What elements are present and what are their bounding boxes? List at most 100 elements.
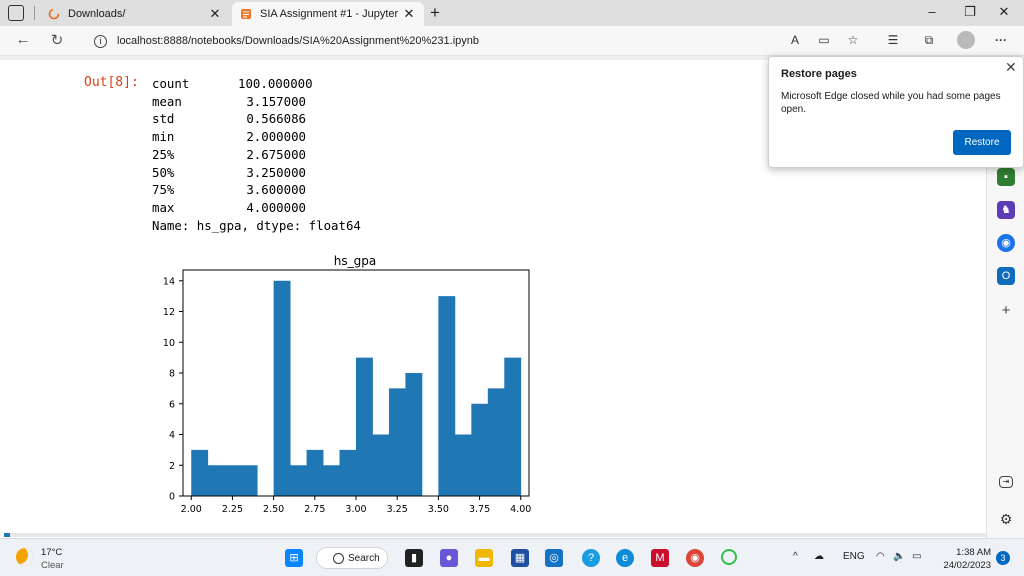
- y-tick-label: 2: [169, 461, 175, 472]
- tab-actions-icon[interactable]: [8, 5, 24, 21]
- favorite-icon[interactable]: ☆: [844, 33, 862, 47]
- histogram-bar: [207, 465, 225, 496]
- stat-key: max: [152, 199, 175, 215]
- x-tick-label: 2.50: [263, 504, 284, 515]
- stat-row: 50% 3.250000: [152, 164, 361, 182]
- weather-condition[interactable]: Clear: [41, 560, 64, 571]
- mcafee-icon[interactable]: M: [651, 549, 669, 567]
- y-tick-label: 10: [163, 338, 175, 349]
- y-tick-label: 8: [169, 369, 175, 380]
- histogram-bar: [471, 403, 489, 496]
- histogram-bar: [487, 388, 505, 496]
- language-indicator[interactable]: ENG: [843, 551, 865, 562]
- photos-icon[interactable]: ◎: [545, 549, 563, 567]
- chrome-icon[interactable]: ◉: [686, 549, 704, 567]
- favorites-list-icon[interactable]: ☰: [884, 33, 902, 47]
- read-aloud-label: A: [790, 33, 799, 47]
- volume-icon[interactable]: 🔈: [893, 551, 905, 562]
- stat-value: 2.000000: [246, 129, 306, 145]
- stat-row: count 100.000000: [152, 75, 361, 93]
- outlook-icon[interactable]: O: [997, 267, 1015, 285]
- histogram-bar: [405, 373, 423, 496]
- browser-title-bar: Downloads/ ✕ SIA Assignment #1 - Jupyter…: [0, 0, 1024, 26]
- scrollbar-thumb[interactable]: [4, 533, 10, 537]
- stat-row: max 4.000000: [152, 199, 361, 217]
- edge-icon[interactable]: e: [616, 549, 634, 567]
- histogram-bar: [306, 449, 324, 496]
- info-icon[interactable]: i: [94, 34, 107, 48]
- clock-date[interactable]: 24/02/2023: [941, 560, 991, 571]
- series-footer: Name: hs_gpa, dtype: float64: [152, 217, 361, 233]
- task-view-icon[interactable]: ▮: [405, 549, 423, 567]
- read-aloud-icon[interactable]: A: [786, 33, 804, 47]
- notification-badge[interactable]: 3: [996, 551, 1010, 565]
- x-tick-label: 2.75: [304, 504, 325, 515]
- clock-time[interactable]: 1:38 AM: [955, 547, 991, 558]
- games-icon[interactable]: ♞: [997, 201, 1015, 219]
- stat-row: mean 3.157000: [152, 93, 361, 111]
- stat-value: 3.600000: [246, 182, 306, 198]
- taskbar-search[interactable]: Search: [316, 547, 388, 569]
- close-icon[interactable]: ✕: [208, 6, 222, 22]
- split-screen-icon[interactable]: ⇥: [999, 476, 1013, 488]
- weather-temperature[interactable]: 17°C: [41, 547, 62, 558]
- app-icon[interactable]: ?: [582, 549, 600, 567]
- office-icon[interactable]: ◉: [997, 234, 1015, 252]
- settings-icon[interactable]: ⚙: [997, 510, 1015, 528]
- moon-icon[interactable]: [16, 548, 34, 566]
- histogram-bar: [454, 434, 472, 496]
- x-tick-label: 3.75: [469, 504, 490, 515]
- tab-downloads[interactable]: Downloads/ ✕: [40, 2, 230, 26]
- menu-icon[interactable]: ···: [992, 33, 1010, 47]
- restore-button[interactable]: Restore: [953, 130, 1011, 155]
- battery-icon[interactable]: ▭: [912, 551, 921, 562]
- store-icon[interactable]: ▦: [511, 549, 529, 567]
- back-icon[interactable]: ←: [13, 31, 33, 48]
- minimize-icon[interactable]: –: [924, 4, 940, 19]
- stat-key: mean: [152, 93, 182, 109]
- y-tick-label: 6: [169, 399, 175, 410]
- immersive-reader-icon[interactable]: ▭: [815, 33, 833, 47]
- new-tab-icon[interactable]: +: [430, 3, 440, 23]
- add-icon[interactable]: +: [997, 302, 1015, 320]
- tab-separator: [34, 6, 35, 20]
- collections-icon[interactable]: ⧉: [920, 33, 938, 48]
- navigation-bar: ← ↻ i localhost:8888/notebooks/Downloads…: [0, 26, 1024, 56]
- close-icon[interactable]: ✕: [1005, 59, 1017, 76]
- histogram-bar: [224, 465, 242, 496]
- refresh-icon[interactable]: ↻: [47, 31, 67, 49]
- x-tick-label: 2.25: [222, 504, 243, 515]
- stat-row: min 2.000000: [152, 128, 361, 146]
- popup-message: Microsoft Edge closed while you had some…: [781, 91, 1001, 115]
- close-window-icon[interactable]: ✕: [996, 4, 1012, 20]
- windows-start-icon[interactable]: ⊞: [285, 549, 303, 567]
- tab-label: SIA Assignment #1 - Jupyter Not: [260, 8, 402, 20]
- stat-row: 25% 2.675000: [152, 146, 361, 164]
- file-explorer-icon[interactable]: ▬: [475, 549, 493, 567]
- onedrive-icon[interactable]: ☁: [814, 551, 824, 562]
- y-tick-label: 0: [169, 492, 175, 503]
- x-tick-label: 4.00: [510, 504, 531, 515]
- horizontal-scrollbar[interactable]: [4, 533, 986, 537]
- chevron-up-icon[interactable]: ^: [793, 551, 798, 562]
- describe-output: count 100.000000 mean 3.157000 std 0.566086…: [152, 75, 361, 234]
- histogram-bar: [240, 465, 258, 496]
- restore-pages-popup: Restore pages ✕ Microsoft Edge closed wh…: [768, 56, 1024, 168]
- address-bar[interactable]: i localhost:8888/notebooks/Downloads/SIA…: [82, 30, 772, 52]
- stat-key: 50%: [152, 164, 175, 180]
- restore-icon[interactable]: ❐: [962, 4, 978, 20]
- chat-icon[interactable]: ●: [440, 549, 458, 567]
- jupyter-icon: [241, 9, 251, 19]
- close-icon[interactable]: ✕: [402, 6, 416, 22]
- loading-icon: [48, 8, 60, 20]
- search-label: Search: [348, 552, 380, 564]
- wifi-icon[interactable]: ◠: [876, 551, 885, 562]
- histogram-bar: [372, 434, 390, 496]
- shopping-icon[interactable]: ▪: [997, 168, 1015, 186]
- loading-app-icon[interactable]: [721, 549, 737, 565]
- stat-row: std 0.566086: [152, 110, 361, 128]
- tab-sia-assignment[interactable]: SIA Assignment #1 - Jupyter Not ✕: [232, 2, 424, 26]
- avatar[interactable]: [957, 31, 975, 49]
- stat-key: 75%: [152, 182, 175, 198]
- menu-label: ···: [995, 33, 1007, 47]
